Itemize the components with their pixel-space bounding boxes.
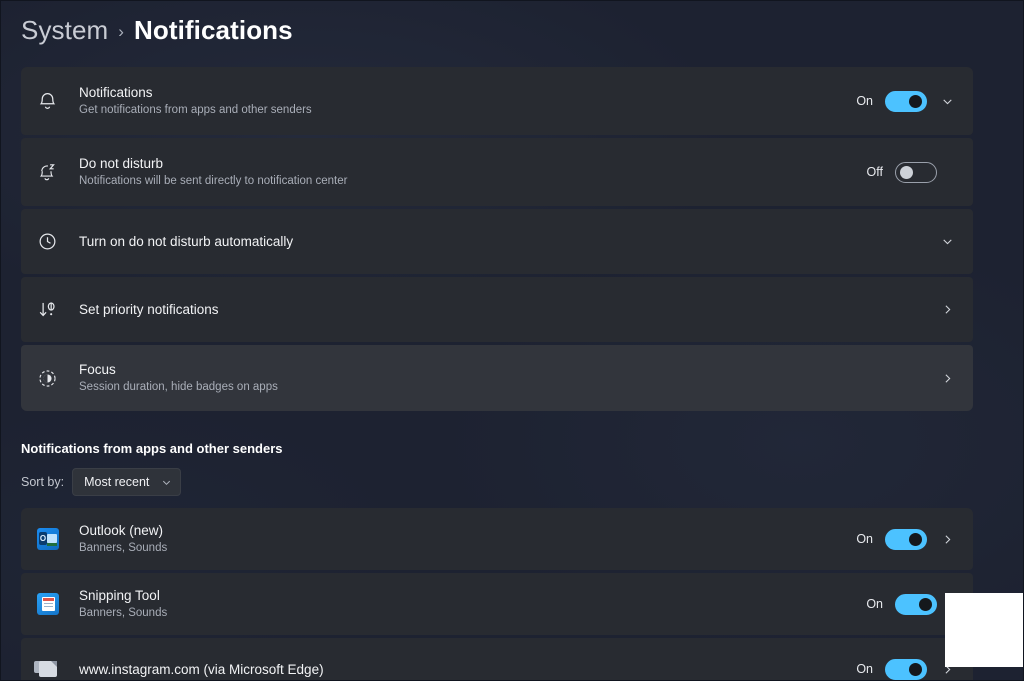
setting-text-dnd-automatic: Turn on do not disturb automatically: [79, 233, 939, 250]
chevron-down-icon[interactable]: [939, 235, 955, 248]
setting-subtitle: Get notifications from apps and other se…: [79, 104, 312, 116]
app-row-instagram-edge[interactable]: www.instagram.com (via Microsoft Edge) O…: [21, 638, 973, 680]
outlook-app-icon: O: [37, 528, 79, 550]
chevron-right-icon[interactable]: [939, 372, 955, 385]
setting-controls: [939, 303, 955, 316]
notifications-toggle[interactable]: [885, 90, 927, 112]
app-text-outlook: Outlook (new) Banners, Sounds: [79, 522, 853, 556]
breadcrumb: System › Notifications: [21, 15, 293, 46]
app-subtitle: Banners, Sounds: [79, 542, 168, 554]
snipping-tool-app-icon: [37, 593, 79, 615]
setting-controls: On: [853, 90, 955, 112]
setting-text-focus: Focus Session duration, hide badges on a…: [79, 361, 939, 395]
setting-text-priority-notifications: Set priority notifications: [79, 301, 939, 318]
app-controls: On: [863, 593, 955, 615]
setting-row-dnd-automatic[interactable]: Turn on do not disturb automatically: [21, 209, 973, 274]
toggle-state-label: On: [856, 94, 873, 108]
app-subtitle: Banners, Sounds: [79, 607, 168, 619]
setting-controls: Off: [863, 161, 955, 183]
chevron-down-icon: [161, 477, 172, 488]
toggle-state-label: On: [866, 597, 883, 611]
app-title: www.instagram.com (via Microsoft Edge): [79, 661, 324, 677]
setting-controls: [939, 235, 955, 248]
chevron-right-icon[interactable]: [939, 303, 955, 316]
app-controls: On: [853, 658, 955, 680]
setting-title: Turn on do not disturb automatically: [79, 234, 294, 249]
setting-row-notifications[interactable]: Notifications Get notifications from app…: [21, 67, 973, 135]
sort-row: Sort by: Most recent: [21, 468, 182, 496]
settings-notifications-page: System › Notifications Notifications Get…: [0, 0, 1024, 681]
chevron-down-icon[interactable]: [939, 95, 955, 108]
do-not-disturb-toggle[interactable]: [895, 161, 937, 183]
setting-row-do-not-disturb[interactable]: Do not disturb Notifications will be sen…: [21, 138, 973, 206]
bell-sleep-icon: [37, 162, 79, 183]
app-row-outlook[interactable]: O Outlook (new) Banners, Sounds On: [21, 508, 973, 570]
breadcrumb-parent-system[interactable]: System: [21, 15, 108, 46]
app-title: Snipping Tool: [79, 588, 160, 603]
instagram-edge-toggle[interactable]: [885, 658, 927, 680]
toggle-state-label: On: [856, 532, 873, 546]
edge-site-icon: [34, 658, 79, 680]
setting-text-notifications: Notifications Get notifications from app…: [79, 84, 853, 118]
bell-icon: [37, 91, 79, 112]
app-controls: On: [853, 528, 955, 550]
app-notification-list: O Outlook (new) Banners, Sounds On Snipp…: [21, 508, 973, 680]
focus-icon: [37, 368, 79, 389]
setting-title: Do not disturb: [79, 156, 164, 171]
snipping-tool-toggle[interactable]: [895, 593, 937, 615]
app-text-snipping-tool: Snipping Tool Banners, Sounds: [79, 587, 863, 621]
outlook-toggle[interactable]: [885, 528, 927, 550]
setting-subtitle: Session duration, hide badges on apps: [79, 381, 278, 393]
toggle-state-label: On: [856, 662, 873, 676]
app-text-instagram-edge: www.instagram.com (via Microsoft Edge): [79, 661, 853, 678]
setting-title: Notifications: [79, 85, 153, 100]
sort-by-dropdown[interactable]: Most recent: [72, 468, 182, 496]
section-heading-apps: Notifications from apps and other sender…: [21, 441, 283, 456]
chevron-right-icon[interactable]: [939, 533, 955, 546]
toggle-state-label: Off: [866, 165, 883, 179]
setting-subtitle: Notifications will be sent directly to n…: [79, 175, 348, 187]
sort-by-label: Sort by:: [21, 475, 65, 489]
setting-controls: [939, 372, 955, 385]
setting-title: Set priority notifications: [79, 302, 219, 317]
chevron-right-icon: ›: [118, 21, 124, 41]
white-overlay-box: [945, 593, 1023, 667]
settings-card-stack: Notifications Get notifications from app…: [21, 67, 973, 414]
setting-row-focus[interactable]: Focus Session duration, hide badges on a…: [21, 345, 973, 411]
setting-title: Focus: [79, 362, 116, 377]
app-row-snipping-tool[interactable]: Snipping Tool Banners, Sounds On: [21, 573, 973, 635]
app-title: Outlook (new): [79, 523, 164, 538]
page-title: Notifications: [133, 15, 293, 45]
setting-row-priority-notifications[interactable]: Set priority notifications: [21, 277, 973, 342]
clock-icon: [37, 231, 79, 252]
priority-arrow-icon: [37, 299, 79, 320]
sort-by-value: Most recent: [84, 475, 150, 489]
setting-text-do-not-disturb: Do not disturb Notifications will be sen…: [79, 155, 863, 189]
